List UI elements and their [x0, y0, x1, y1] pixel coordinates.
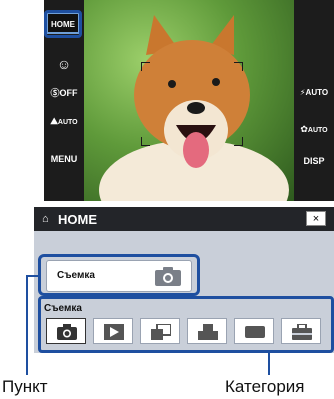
viewfinder-image	[84, 0, 294, 201]
scene-auto-button[interactable]: ⛰AUTO	[44, 116, 84, 127]
panel-header: ⌂ HOME ×	[34, 207, 334, 231]
smile-shutter-icon[interactable]: ☺	[44, 56, 84, 72]
macro-button[interactable]: ✿AUTO	[294, 124, 334, 135]
camera-screen: HOME ☺ ⓈOFF ⛰AUTO MENU ⚡AUTO ✿AUTO DISP	[44, 0, 334, 201]
panel-title: HOME	[58, 212, 97, 227]
af-frame-corner	[141, 62, 150, 71]
category-leader	[268, 353, 270, 375]
home-callout-box	[44, 10, 82, 38]
item-caption: Пункт	[2, 377, 48, 396]
right-control-column: ⚡AUTO ✿AUTO DISP	[294, 0, 334, 201]
af-frame-corner	[234, 137, 243, 146]
item-callout-box	[38, 254, 200, 296]
category-callout-box	[38, 296, 334, 353]
disp-button[interactable]: DISP	[294, 156, 334, 166]
item-leader-horizontal	[26, 275, 40, 277]
menu-button[interactable]: MENU	[44, 154, 84, 164]
dog-photo	[99, 15, 289, 201]
close-button[interactable]: ×	[306, 211, 326, 226]
af-frame-corner	[141, 137, 150, 146]
home-icon: ⌂	[42, 213, 49, 225]
flash-button[interactable]: ⚡AUTO	[294, 88, 334, 97]
category-caption: Категория	[225, 377, 305, 396]
scene-icon: ⛰	[50, 116, 58, 126]
self-timer-button[interactable]: ⓈOFF	[44, 86, 84, 99]
af-frame-corner	[234, 62, 243, 71]
macro-icon: ✿	[300, 124, 308, 134]
